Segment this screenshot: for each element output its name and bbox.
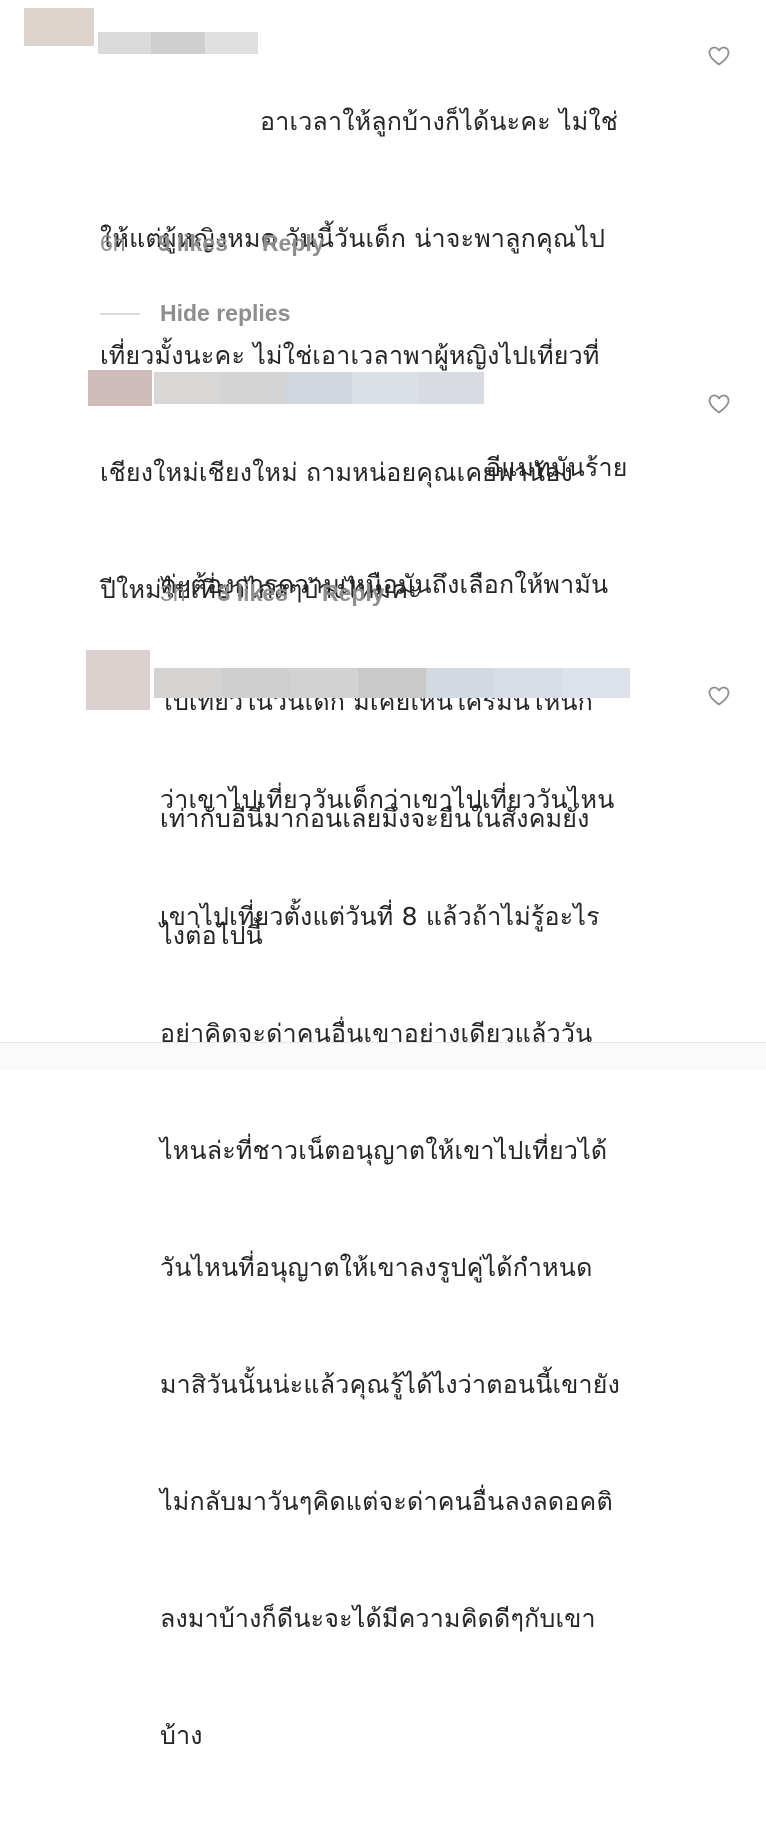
bottom-bar bbox=[0, 1042, 766, 1071]
comment-meta: 6h 9 likes Reply bbox=[100, 230, 325, 257]
timestamp: 6h bbox=[100, 230, 126, 256]
divider bbox=[100, 312, 140, 315]
reply-button[interactable]: Reply bbox=[262, 230, 325, 257]
likes-count[interactable]: 3 likes bbox=[218, 580, 288, 607]
timestamp: 3h bbox=[160, 580, 186, 606]
avatar[interactable] bbox=[24, 8, 94, 46]
comment-line: อีแมทมันร้าย bbox=[486, 453, 628, 482]
heart-outline-icon[interactable] bbox=[708, 394, 730, 414]
comment-line: ไหนล่ะที่ชาวเน็ตอนุญาตให้เขาไปเที่ยวได้ bbox=[160, 1136, 608, 1165]
comment-line: อาเวลาให้ลูกบ้างก็ได้นะคะ ไม่ใช่ bbox=[260, 107, 619, 136]
reply-button[interactable]: Reply bbox=[322, 580, 385, 607]
comment-text: ว่าเขาไปเที่ยววันเด็กว่าเขาไปเที่ยววันไห… bbox=[160, 702, 620, 1833]
heart-outline-icon[interactable] bbox=[708, 686, 730, 706]
hide-replies-label: Hide replies bbox=[160, 300, 291, 326]
comment-line: วันไหนที่อนุญาตให้เขาลงรูปคู่ได้กำหนด bbox=[160, 1253, 593, 1282]
redacted-username bbox=[154, 668, 630, 698]
comment-line: ลงมาบ้างก็ดีนะจะได้มีความคิดดีๆกับเขา bbox=[160, 1604, 596, 1633]
heart-outline-icon[interactable] bbox=[708, 46, 730, 66]
comment-meta: 3h 3 likes Reply bbox=[160, 580, 385, 607]
comment-line: ไม่กลับมาวันๆคิดแต่จะด่าคนอื่นลงลดอคติ bbox=[160, 1487, 613, 1516]
avatar[interactable] bbox=[86, 650, 150, 710]
comment-line: มาสิวันนั้นน่ะแล้วคุณรู้ได้ไงว่าตอนนี้เข… bbox=[160, 1370, 621, 1399]
likes-count[interactable]: 9 likes bbox=[158, 230, 228, 257]
comment-line: ว่าเขาไปเที่ยววันเด็กว่าเขาไปเที่ยววันไห… bbox=[160, 785, 615, 814]
avatar[interactable] bbox=[88, 370, 152, 406]
comment-line: บ้าง bbox=[160, 1721, 203, 1750]
hide-replies-button[interactable]: Hide replies bbox=[100, 300, 290, 327]
comment-line: เขาไปเที่ยวตั้งแต่วันที่ 8 แล้วถ้าไม่รู้… bbox=[160, 902, 600, 931]
